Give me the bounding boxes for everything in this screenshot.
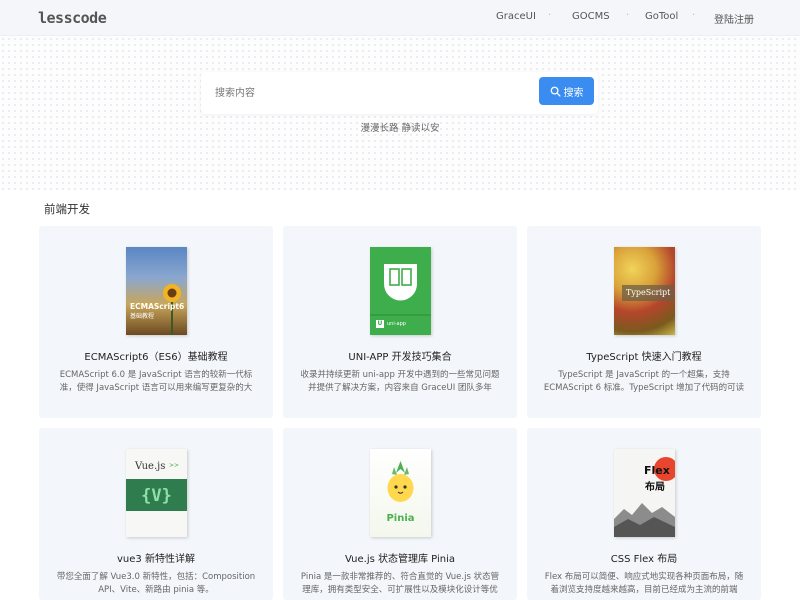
svg-text:{V}: {V} bbox=[141, 486, 172, 506]
nav-link-gocms[interactable]: GOCMS bbox=[572, 11, 610, 22]
card-description: Flex 布局可以简便、响应式地实现各种页面布局，随着浏览支持度越来越高，目前已… bbox=[544, 572, 744, 595]
top-navbar: lesscode GraceUI · GOCMS · GoTool · 登陆注册 bbox=[0, 0, 800, 36]
book-cover-flex: Flex 布局 bbox=[614, 449, 675, 537]
course-card[interactable]: TypeScript TypeScript 快速入门教程 TypeScript … bbox=[527, 226, 761, 418]
book-cover-es6: ECMAScript6 基础教程 bbox=[126, 247, 187, 335]
nav-link-graceui[interactable]: GraceUI bbox=[496, 11, 536, 22]
cover-subtitle: 基础教程 bbox=[130, 313, 155, 320]
card-title[interactable]: Vue.js 状态管理库 Pinia bbox=[283, 550, 517, 565]
course-card[interactable]: Flex 布局 CSS Flex 布局 Flex 布局可以简便、响应式地实现各种… bbox=[527, 428, 761, 600]
nav-separator: · bbox=[626, 10, 630, 21]
nav-link-login-register[interactable]: 登陆注册 bbox=[714, 11, 754, 26]
course-card[interactable]: Vue.js >> {V} vue3 新特性详解 带您全面了解 Vue3.0 新… bbox=[39, 428, 273, 600]
search-input[interactable] bbox=[215, 83, 515, 103]
card-description: TypeScript 是 JavaScript 的一个超集，支持 ECMAScr… bbox=[543, 370, 745, 393]
card-title[interactable]: CSS Flex 布局 bbox=[527, 550, 761, 565]
nav-separator: · bbox=[548, 10, 552, 21]
cover-badge: U bbox=[377, 320, 383, 327]
card-description: ECMAScript 6.0 是 JavaScript 语言的较新一代标准，使得… bbox=[59, 370, 253, 393]
sunflower-icon bbox=[163, 284, 181, 335]
book-cover-pinia: Pinia bbox=[370, 449, 431, 537]
cover-title: ECMAScript6 bbox=[130, 302, 185, 311]
cover-title: Pinia bbox=[386, 513, 415, 524]
book-cover-vue3: Vue.js >> {V} bbox=[126, 449, 187, 537]
card-title[interactable]: TypeScript 快速入门教程 bbox=[527, 348, 761, 363]
card-title[interactable]: vue3 新特性详解 bbox=[39, 550, 273, 565]
cover-title: Flex bbox=[644, 464, 670, 477]
search-icon bbox=[550, 86, 561, 97]
search-button-label: 搜索 bbox=[563, 87, 584, 99]
nav-link-gotool[interactable]: GoTool bbox=[645, 11, 678, 22]
ink-mountain-icon bbox=[614, 457, 675, 537]
card-description: 带您全面了解 Vue3.0 新特性，包括：Composition API、Vit… bbox=[56, 572, 256, 595]
nav-separator: · bbox=[692, 10, 696, 21]
card-description: 收录并持续更新 uni-app 开发中遇到的一些常见问题并提供了解决方案，内容来… bbox=[300, 370, 500, 393]
hero-section: 搜索 漫漫长路 静读以安 bbox=[0, 36, 800, 190]
card-description: Pinia 是一款非常推荐的、符合直觉的 Vue.js 状态管理库，拥有类型安全… bbox=[300, 572, 500, 595]
book-cover-uniapp: U uni-app bbox=[370, 247, 431, 335]
cover-title: TypeScript bbox=[626, 288, 671, 297]
vue-logo-icon: {V} bbox=[126, 479, 187, 511]
book-cover-typescript: TypeScript bbox=[614, 247, 675, 335]
card-title[interactable]: UNI-APP 开发技巧集合 bbox=[283, 348, 517, 363]
site-logo[interactable]: lesscode bbox=[38, 9, 107, 27]
course-card[interactable]: U uni-app UNI-APP 开发技巧集合 收录并持续更新 uni-app… bbox=[283, 226, 517, 418]
search-button[interactable]: 搜索 bbox=[539, 77, 594, 105]
section-title: 前端开发 bbox=[44, 202, 90, 216]
cover-subtitle: 布局 bbox=[645, 482, 665, 493]
course-card[interactable]: Pinia Vue.js 状态管理库 Pinia Pinia 是一款非常推荐的、… bbox=[283, 428, 517, 600]
search-bar: 搜索 bbox=[201, 72, 598, 114]
cover-title: uni-app bbox=[387, 321, 406, 327]
card-title[interactable]: ECMAScript6（ES6）基础教程 bbox=[39, 348, 273, 363]
slogan: 漫漫长路 静读以安 bbox=[360, 123, 440, 134]
course-card[interactable]: ECMAScript6 基础教程 ECMAScript6（ES6）基础教程 EC… bbox=[39, 226, 273, 418]
